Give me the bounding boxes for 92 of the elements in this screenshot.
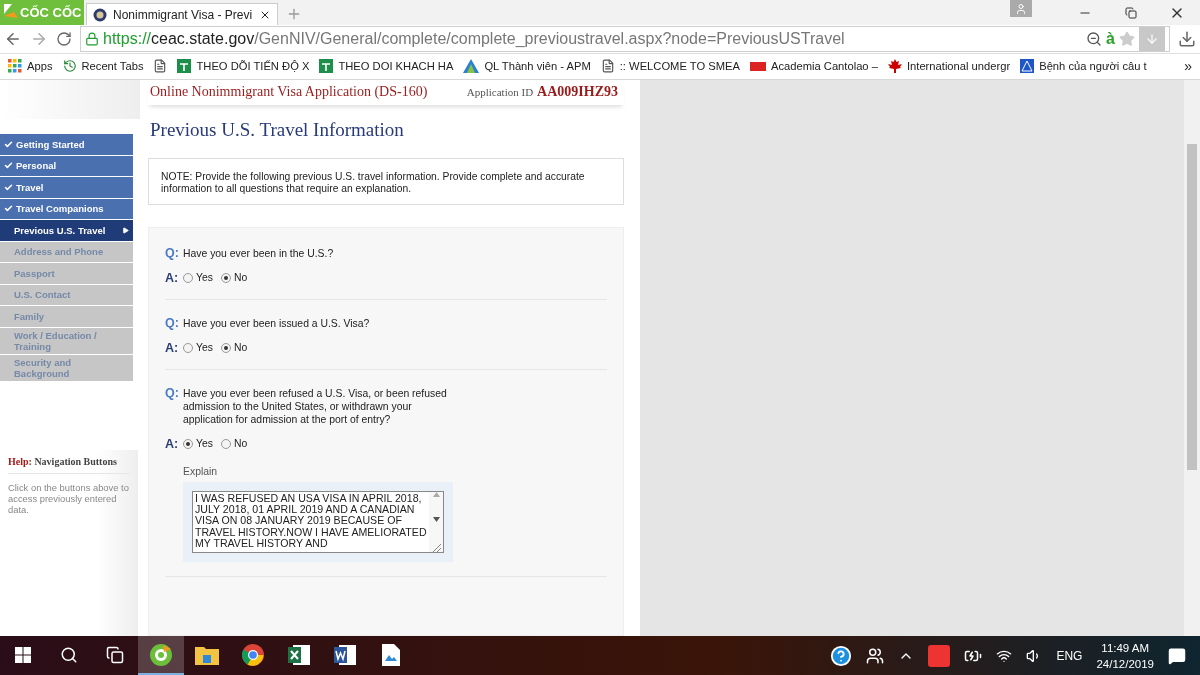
scroll-up-icon[interactable]	[432, 491, 440, 497]
history-icon	[62, 59, 77, 74]
bookmark[interactable]: THEO DOI KHACH HA	[319, 59, 454, 74]
application-id: AA009IHZ93	[537, 84, 618, 101]
radio-button[interactable]	[220, 342, 231, 353]
radio-option[interactable]: No	[220, 342, 248, 354]
restore-icon[interactable]	[1125, 6, 1137, 19]
q-label: Q:	[165, 385, 179, 400]
q-label: Q:	[165, 245, 179, 260]
v-app-icon[interactable]	[928, 644, 951, 667]
bookmark[interactable]: Apps	[8, 59, 53, 74]
radio-option[interactable]: No	[220, 438, 248, 450]
page-icon	[600, 59, 615, 74]
application-title: Online Nonimmigrant Visa Application (DS-160)	[150, 84, 428, 101]
resize-grip-icon[interactable]	[431, 541, 441, 552]
radio-button[interactable]	[183, 438, 193, 449]
language-indicator[interactable]: ENG	[1056, 648, 1083, 663]
radio-button[interactable]	[220, 272, 231, 283]
lock-icon	[85, 31, 99, 46]
scroll-down-icon[interactable]	[432, 516, 440, 522]
sheet-icon	[319, 59, 334, 74]
question-text: Have you ever been issued a U.S. Visa?	[183, 316, 370, 330]
a-label: A:	[165, 340, 179, 355]
sidebar-item[interactable]: Previous U.S. Travel	[0, 220, 133, 241]
arrow-icon	[122, 226, 129, 234]
scrollbar[interactable]	[1184, 79, 1200, 636]
q-label: Q:	[165, 315, 179, 330]
triangle-logo-icon	[463, 59, 480, 74]
seal-icon	[93, 7, 107, 22]
check-icon	[4, 161, 13, 171]
address-field[interactable]: https://ceac.state.gov/GenNIV/General/complete/complete_previoustravel.aspx?node=PreviousUSTravel à	[80, 25, 1170, 52]
sidebar-item[interactable]: Getting Started	[0, 134, 133, 155]
browser-tab[interactable]: Nonimmigrant Visa - Previ	[86, 3, 278, 25]
live-icon	[749, 61, 766, 71]
radio-option[interactable]: Yes	[183, 272, 213, 284]
radio-option[interactable]: No	[220, 272, 248, 284]
bookmark[interactable]: Academia Cantolao –	[749, 60, 878, 73]
star-icon[interactable]	[1119, 30, 1135, 47]
bookmark[interactable]: Recent Tabs	[62, 59, 144, 74]
spreadsheet-icon	[287, 642, 311, 667]
check-icon	[4, 139, 13, 149]
question-text: Have you ever been refused a U.S. Visa, or been refused admission to the United States, or withdrawn your application for admission at the port of entry?	[183, 386, 448, 426]
windows-icon[interactable]	[15, 646, 31, 663]
person-icon	[1015, 2, 1027, 15]
document-icon	[333, 642, 357, 667]
maple-leaf-icon	[887, 59, 902, 74]
check-icon	[4, 204, 13, 214]
sidebar-item[interactable]: Personal	[0, 155, 133, 177]
search-icon[interactable]	[60, 645, 78, 664]
sidebar-item[interactable]: Travel Companions	[0, 198, 133, 220]
note-text: NOTE: Provide the following previous U.S. travel information. Provide complete and accurate information to all questions that require an explanation.	[161, 170, 585, 194]
page-title: Previous U.S. Travel Information	[150, 118, 405, 141]
notification-icon[interactable]	[1168, 646, 1186, 665]
triangle-square-logo-icon	[1020, 59, 1035, 74]
folder-icon	[195, 644, 219, 665]
a-label: A:	[165, 270, 179, 285]
sidebar-item[interactable]: Travel	[0, 177, 133, 198]
chrome-icon	[241, 642, 265, 667]
apps-icon	[8, 59, 22, 74]
sheet-icon	[177, 59, 192, 74]
radio-option[interactable]: Yes	[183, 342, 213, 354]
application-id-label: Application ID	[466, 86, 534, 99]
help-text: Click on the buttons above to access previously entered data.	[8, 481, 130, 515]
bookmark[interactable]: Bệnh của người câu t	[1020, 59, 1147, 74]
reload-button[interactable]	[56, 30, 72, 47]
more-bookmarks[interactable]: »	[1184, 58, 1192, 75]
bookmark[interactable]: :: WELCOME TO SMEA	[600, 59, 740, 74]
page-icon	[153, 59, 168, 74]
question-text: Have you ever been in the U.S.?	[183, 246, 334, 260]
bookmark[interactable]: THEO DÕI TIẾN ĐỘ X	[177, 59, 310, 74]
zoom-out-icon[interactable]	[1086, 30, 1103, 47]
logo-text: CỐC CỐC	[20, 5, 82, 20]
explain-label: Explain	[183, 465, 219, 477]
radio-option[interactable]: Yes	[183, 438, 213, 450]
explain-field[interactable]: I WAS REFUSED AN USA VISA IN APRIL 2018, JULY 2018, 01 APRIL 2019 AND A CANADIAN VISA ON 08 JANUARY 2019 BECAUSE OF TRAVEL HISTORY.NOW I HAVE AMELIORATED MY TRAVEL HISTORY AND	[192, 490, 444, 553]
arrow-down-icon	[1145, 31, 1159, 46]
people-icon[interactable]	[866, 646, 885, 665]
coccoc-icon	[149, 642, 173, 667]
task-view-icon[interactable]	[106, 645, 124, 664]
a-label: A:	[165, 436, 179, 451]
check-icon	[4, 182, 13, 192]
radio-button[interactable]	[220, 438, 231, 449]
taskbar-app[interactable]	[138, 636, 184, 675]
download-icon[interactable]	[1178, 29, 1196, 48]
radio-button[interactable]	[183, 272, 193, 283]
bookmark[interactable]: International undergr	[887, 59, 1011, 74]
help-icon[interactable]	[830, 644, 853, 667]
bookmark[interactable]: QL Thành viên - APM	[463, 59, 591, 74]
radio-button[interactable]	[183, 342, 193, 353]
clock[interactable]: 11:49 AM 24/12/2019	[1096, 641, 1154, 670]
help-heading: Help: Navigation Buttons	[8, 455, 130, 474]
image-file-icon	[381, 642, 401, 667]
